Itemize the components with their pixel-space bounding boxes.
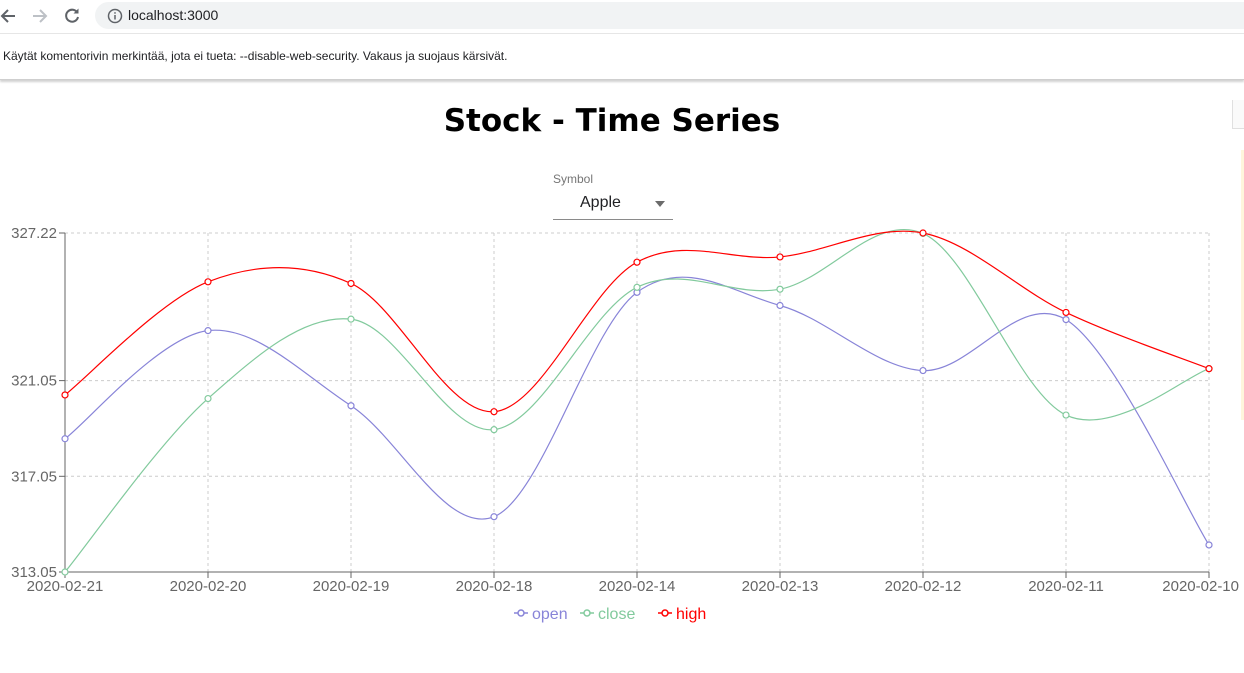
x-tick-label: 2020-02-20 xyxy=(170,578,247,595)
y-tick-label: 317.05 xyxy=(11,468,57,485)
legend-label-high: high xyxy=(676,606,706,623)
data-point-high xyxy=(633,258,641,266)
data-point-open xyxy=(776,301,784,310)
x-tick-label: 2020-02-18 xyxy=(456,578,533,595)
data-point-close xyxy=(490,426,498,434)
x-tick-label: 2020-02-21 xyxy=(27,578,104,595)
legend-label-open: open xyxy=(532,606,568,623)
data-point-high xyxy=(776,253,784,261)
data-point-high xyxy=(919,229,927,237)
legend-marker-dot-high xyxy=(661,609,669,617)
data-point-high xyxy=(61,391,69,399)
data-point-open xyxy=(61,435,69,443)
x-tick-label: 2020-02-19 xyxy=(313,578,390,595)
legend-marker-dot-close xyxy=(583,609,591,617)
chart-lines xyxy=(64,228,1210,573)
series-line-close xyxy=(64,228,1210,573)
data-point-high xyxy=(204,278,212,286)
x-tick-label: 2020-02-13 xyxy=(742,578,819,595)
time-series-chart: 313.05317.05321.05327.222020-02-21 2020-0… xyxy=(11,225,1239,623)
data-point-open xyxy=(347,402,355,410)
x-tick-label: 2020-02-10 xyxy=(1162,578,1239,595)
data-point-high xyxy=(1062,308,1070,317)
x-tick-label: 2020-02-12 xyxy=(885,578,962,595)
data-point-high xyxy=(490,408,498,416)
data-point-close xyxy=(204,394,212,403)
data-point-close xyxy=(347,315,355,323)
data-point-open xyxy=(204,327,212,335)
y-tick-label: 321.05 xyxy=(11,373,57,390)
legend-marker-dot-open xyxy=(517,609,525,617)
data-point-close xyxy=(1062,411,1070,419)
data-point-close xyxy=(633,283,641,291)
chart-legend: open close high xyxy=(514,606,706,623)
data-point-open xyxy=(1205,541,1213,549)
x-tick-label: 2020-02-14 xyxy=(599,578,676,595)
data-point-high xyxy=(347,279,355,288)
data-point-close xyxy=(61,568,69,576)
y-tick-label: 327.22 xyxy=(11,225,57,242)
data-point-open xyxy=(490,513,498,521)
legend-label-close: close xyxy=(598,606,635,623)
data-point-close xyxy=(776,285,784,293)
x-tick-label: 2020-02-11 xyxy=(1028,578,1104,595)
data-point-open xyxy=(1062,316,1070,324)
data-point-open xyxy=(919,366,927,375)
data-point-high xyxy=(1205,365,1213,373)
